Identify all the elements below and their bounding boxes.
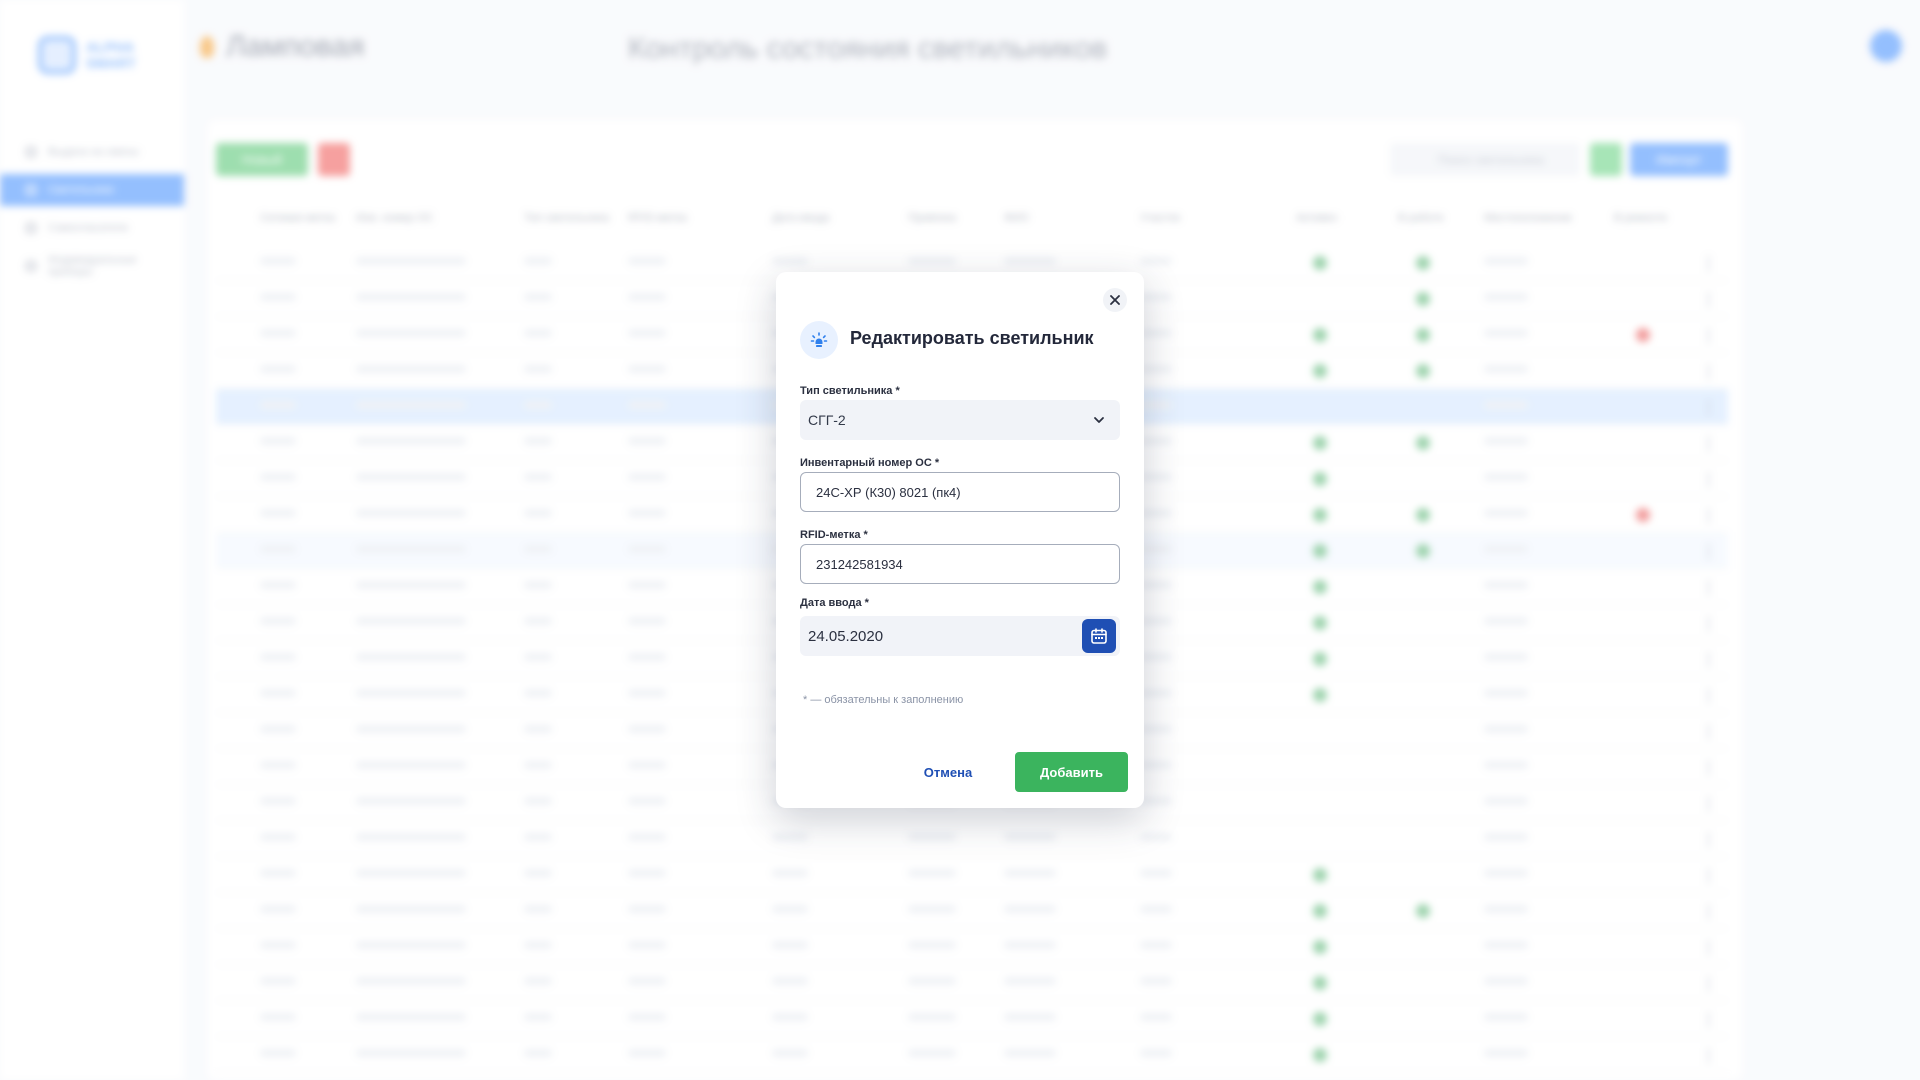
date-label: Дата ввода *: [800, 597, 869, 609]
close-icon: [1110, 295, 1120, 305]
lamp-icon: [800, 321, 838, 359]
date-field[interactable]: [800, 616, 1070, 656]
required-note: * — обязательны к заполнению: [803, 694, 964, 706]
date-field-wrapper: [800, 616, 1120, 656]
inventory-number-field[interactable]: [800, 472, 1120, 512]
rfid-label: RFID-метка *: [800, 529, 868, 541]
close-button[interactable]: [1103, 288, 1127, 312]
lightbulb-icon: [810, 332, 828, 347]
cancel-button[interactable]: Отмена: [902, 752, 994, 792]
calendar-icon: [1091, 628, 1107, 644]
lamp-type-value: СГГ-2: [808, 412, 846, 428]
dialog-title: Редактировать светильник: [850, 328, 1094, 348]
inventory-label: Инвентарный номер ОС *: [800, 457, 940, 469]
submit-button[interactable]: Добавить: [1015, 752, 1128, 792]
lamp-type-select[interactable]: СГГ-2: [800, 400, 1120, 440]
type-label: Тип светильника *: [800, 385, 900, 397]
chevron-down-icon: [1094, 417, 1104, 423]
rfid-field[interactable]: [800, 544, 1120, 584]
calendar-button[interactable]: [1082, 619, 1116, 653]
